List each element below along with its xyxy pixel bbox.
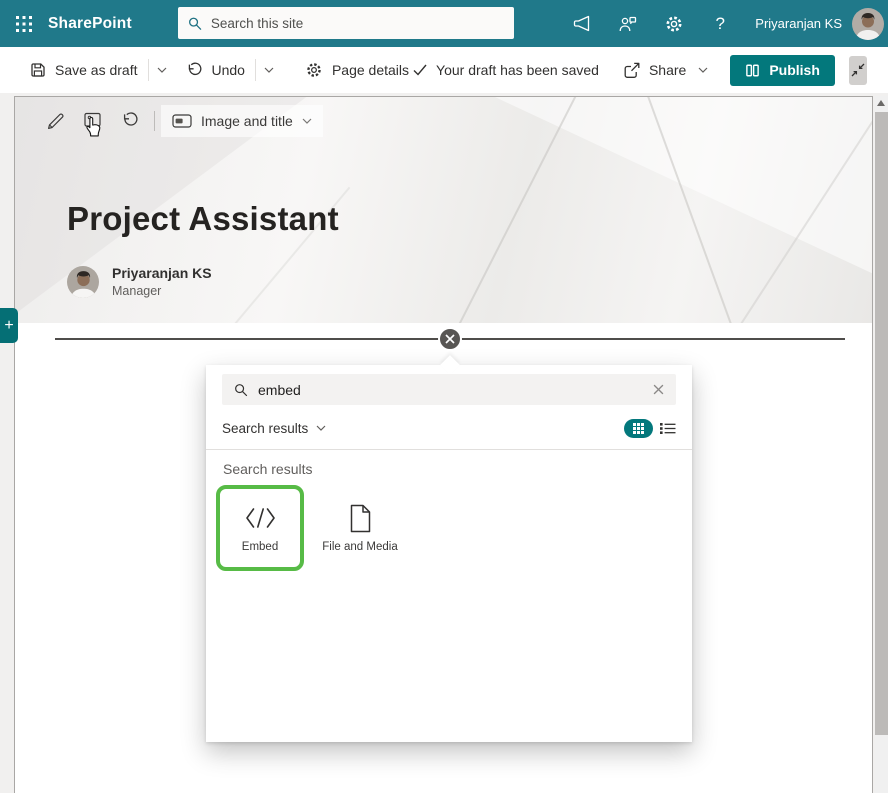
draft-saved-text: Your draft has been saved (436, 62, 599, 78)
picker-filter-row: Search results (222, 416, 676, 440)
search-icon (188, 16, 202, 31)
waffle-icon (16, 16, 32, 32)
gear-icon (305, 61, 323, 79)
share-button[interactable]: Share (623, 62, 708, 79)
webpart-tile-label: Embed (242, 541, 278, 553)
gear-icon (664, 14, 684, 34)
page-title[interactable]: Project Assistant (67, 200, 339, 238)
undo-label: Undo (212, 62, 245, 78)
chevron-down-icon (302, 118, 312, 124)
page-details-button[interactable]: Page details (301, 54, 413, 86)
org-people-icon (618, 15, 638, 33)
webpart-search-box[interactable] (222, 374, 676, 405)
page-details-label: Page details (332, 62, 409, 78)
question-mark-icon: ? (716, 14, 725, 34)
save-as-draft-label: Save as draft (55, 62, 138, 78)
author-role: Manager (112, 284, 212, 298)
announcements-button[interactable] (559, 0, 605, 47)
edit-title-area-button[interactable] (37, 105, 74, 137)
results-section-heading: Search results (223, 461, 312, 477)
share-label: Share (649, 62, 686, 78)
webpart-tiles: Embed File and Media (216, 485, 408, 571)
chevron-down-icon (698, 67, 708, 73)
webpart-search-input[interactable] (258, 382, 643, 398)
reset-title-area-button[interactable] (111, 105, 148, 137)
avatar-photo (852, 8, 884, 40)
list-view-icon (660, 422, 676, 435)
webpart-tile-label: File and Media (322, 541, 397, 553)
title-layout-dropdown[interactable]: Image and title (161, 105, 323, 137)
vertical-scrollbar[interactable] (875, 96, 888, 793)
scrollbar-thumb[interactable] (875, 112, 888, 735)
clear-x-icon (653, 384, 664, 395)
site-search-box[interactable] (178, 7, 514, 39)
layout-thumbnail-icon (172, 114, 192, 128)
save-icon (30, 62, 46, 78)
file-icon (349, 504, 372, 533)
close-webpart-picker-button[interactable] (438, 327, 462, 351)
picker-divider (206, 449, 692, 450)
webpart-tile-file-and-media[interactable]: File and Media (312, 485, 408, 571)
save-as-draft-button[interactable]: Save as draft (26, 54, 142, 86)
reset-arrow-icon (120, 112, 139, 130)
grid-view-toggle[interactable] (624, 419, 653, 438)
checkmark-icon (413, 64, 427, 76)
results-filter-dropdown[interactable]: Search results (222, 421, 326, 436)
pencil-icon (46, 112, 65, 131)
grid-view-icon (633, 423, 644, 434)
scroll-up-arrow[interactable] (877, 100, 885, 106)
hero-toolbar: Image and title (37, 105, 323, 137)
site-search-input[interactable] (211, 16, 504, 31)
toolbar-divider (154, 111, 155, 131)
undo-menu-button[interactable] (255, 59, 281, 81)
close-icon (445, 334, 455, 344)
chevron-down-icon (264, 67, 274, 73)
add-section-tab-button[interactable]: + (0, 308, 18, 343)
author-avatar (67, 266, 99, 298)
publish-label: Publish (769, 62, 820, 78)
save-as-draft-menu-button[interactable] (148, 59, 174, 81)
code-icon (245, 507, 276, 529)
webpart-tile-embed[interactable]: Embed (216, 485, 304, 571)
command-bar: Save as draft Undo Page details Your dra… (0, 47, 888, 93)
draft-saved-status: Your draft has been saved (413, 62, 599, 78)
chevron-down-icon (316, 425, 326, 431)
org-feedback-button[interactable] (605, 0, 651, 47)
hand-cursor-pointer (83, 116, 104, 139)
search-icon (234, 383, 248, 397)
page-editor-workspace: Image and title Project Assistant (0, 93, 888, 793)
user-avatar[interactable] (852, 8, 884, 40)
layout-selector-label: Image and title (201, 113, 293, 129)
publish-button[interactable]: Publish (730, 55, 835, 86)
settings-button[interactable] (651, 0, 697, 47)
signed-in-user-name[interactable]: Priyaranjan KS (755, 16, 842, 31)
megaphone-icon (572, 15, 593, 33)
publish-icon (745, 63, 760, 78)
undo-button[interactable]: Undo (182, 54, 249, 86)
app-launcher-button[interactable] (0, 0, 48, 47)
hero-title-region[interactable]: Image and title Project Assistant (15, 97, 872, 323)
help-button[interactable]: ? (697, 0, 743, 47)
hero-background-seam (445, 97, 583, 323)
clear-search-button[interactable] (653, 384, 664, 395)
author-name: Priyaranjan KS (112, 265, 212, 281)
collapse-arrows-icon (851, 63, 865, 77)
list-view-toggle[interactable] (660, 422, 676, 435)
page-author-block[interactable]: Priyaranjan KS Manager (67, 265, 212, 298)
webpart-picker-panel: Search results (206, 365, 692, 742)
suite-bar: SharePoint ? (0, 0, 888, 47)
avatar-photo (67, 266, 99, 298)
chevron-down-icon (157, 67, 167, 73)
undo-icon (186, 62, 203, 78)
results-filter-label: Search results (222, 421, 308, 436)
change-image-button[interactable] (74, 105, 111, 137)
sharepoint-brand[interactable]: SharePoint (48, 15, 132, 33)
collapse-commandbar-button[interactable] (849, 56, 867, 85)
share-icon (623, 62, 641, 79)
